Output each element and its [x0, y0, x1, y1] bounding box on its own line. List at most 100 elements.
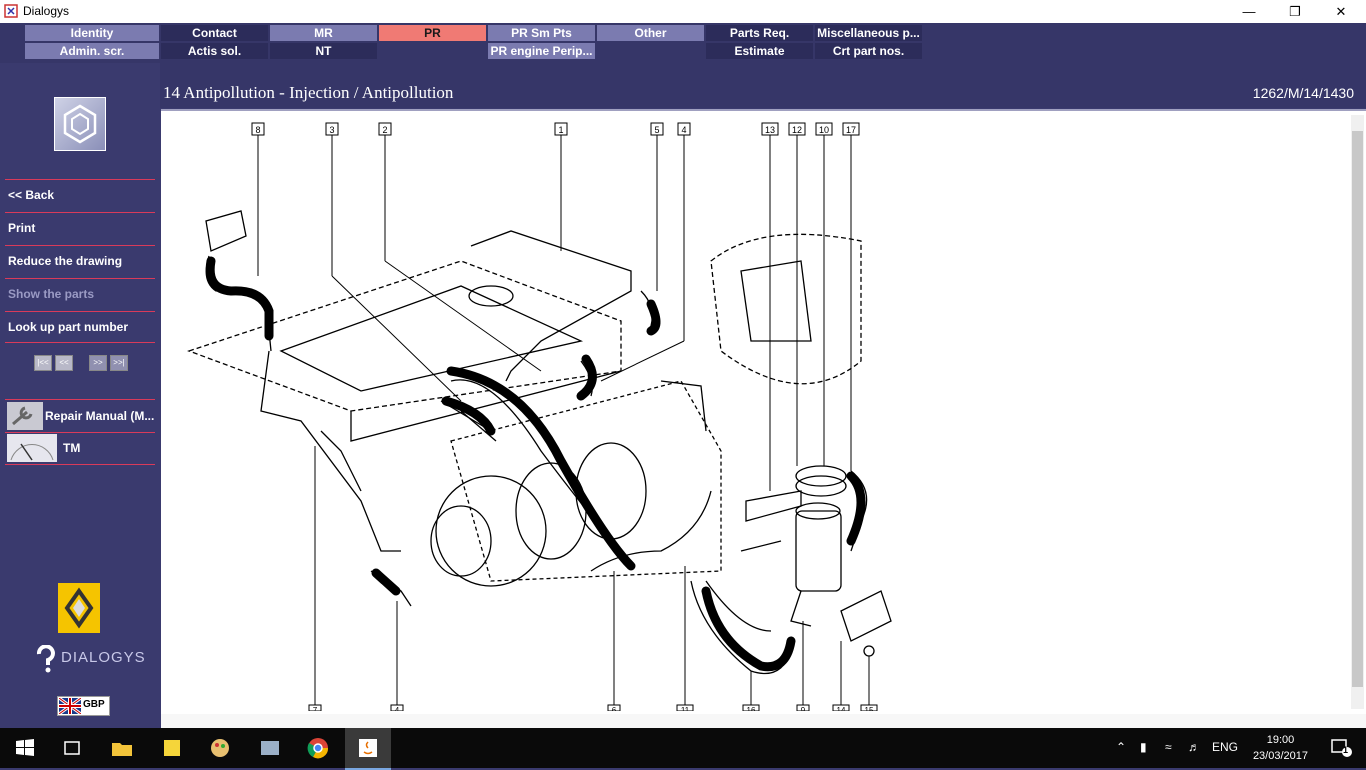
callout-10[interactable]: 10 — [815, 122, 833, 136]
callout-label: 4 — [681, 125, 686, 135]
callout-label: 2 — [382, 125, 387, 135]
next-page-button[interactable]: >> — [89, 355, 107, 371]
maximize-button[interactable]: ❐ — [1272, 0, 1318, 23]
callout-13[interactable]: 13 — [761, 122, 779, 136]
hex-nut-icon — [63, 104, 97, 144]
pager-gap — [76, 351, 86, 365]
tab-pr[interactable]: PR — [379, 25, 486, 41]
vertical-scrollbar[interactable] — [1351, 115, 1364, 709]
pager: |<< << >> >>| — [34, 351, 131, 371]
callout-5[interactable]: 5 — [650, 122, 664, 136]
tab-bar: Identity Contact MR PR PR Sm Pts Other P… — [0, 23, 1366, 63]
action-center-icon — [1331, 739, 1352, 757]
callout-14[interactable]: 14 — [832, 704, 850, 711]
restore-icon: ❐ — [1289, 4, 1301, 19]
tab-estimate[interactable]: Estimate — [706, 43, 813, 59]
chrome-icon[interactable] — [306, 736, 330, 760]
line-art — [187, 210, 892, 675]
tab-pr-engine-perip[interactable]: PR engine Perip... — [488, 43, 595, 59]
tab-miscellaneous[interactable]: Miscellaneous p... — [815, 25, 922, 41]
callout-2[interactable]: 2 — [378, 122, 392, 136]
print-button[interactable]: Print — [5, 212, 155, 244]
java-app-taskbar-button[interactable] — [345, 728, 391, 770]
battery-icon[interactable]: ▮ — [1140, 740, 1147, 754]
callout-8[interactable]: 8 — [251, 122, 265, 136]
minimize-button[interactable]: — — [1226, 0, 1272, 23]
tab-admin-scr[interactable]: Admin. scr. — [25, 43, 159, 59]
doc-tm[interactable]: TM — [5, 432, 155, 465]
volume-icon[interactable]: ♬ — [1188, 740, 1200, 754]
tab-parts-req[interactable]: Parts Req. — [706, 25, 813, 41]
callout-9[interactable]: 9 — [796, 704, 810, 711]
nut-logo — [54, 97, 106, 151]
window-title: Dialogys — [23, 4, 70, 18]
callout-label: 12 — [792, 125, 802, 135]
sticky-notes-icon[interactable] — [160, 736, 184, 760]
tab-actis-sol[interactable]: Actis sol. — [161, 43, 268, 59]
doc-label: TM — [63, 441, 81, 455]
screenshot-tool-icon[interactable] — [258, 736, 282, 760]
wrench-icon — [7, 402, 43, 430]
file-explorer-icon[interactable] — [110, 736, 134, 760]
callout-16[interactable]: 16 — [742, 704, 760, 711]
gauge-icon — [7, 434, 57, 462]
hoses — [205, 256, 866, 672]
callout-3[interactable]: 3 — [325, 122, 339, 136]
callout-12[interactable]: 12 — [788, 122, 806, 136]
windows-start-icon[interactable] — [13, 736, 37, 760]
tab-pr-sm-pts[interactable]: PR Sm Pts — [488, 25, 595, 41]
prev-page-button[interactable]: << — [55, 355, 73, 371]
callout-7[interactable]: 7 — [308, 704, 322, 711]
close-button[interactable]: ✕ — [1318, 0, 1364, 23]
callouts-top: 8 3 2 1 5 4 13 12 10 17 — [251, 122, 860, 136]
tab-other[interactable]: Other — [597, 25, 704, 41]
paint-icon[interactable] — [208, 736, 232, 760]
callout-1[interactable]: 1 — [554, 122, 568, 136]
callout-label: 14 — [837, 706, 846, 711]
show-parts-button[interactable]: Show the parts — [5, 278, 155, 310]
callout-label: 5 — [654, 125, 659, 135]
drawing-reference: 1262/M/14/1430 — [1252, 85, 1354, 101]
currency-selector[interactable]: GBP — [57, 696, 110, 716]
tab-identity[interactable]: Identity — [25, 25, 159, 41]
callout-label: 8 — [255, 125, 260, 135]
reduce-drawing-button[interactable]: Reduce the drawing — [5, 245, 155, 277]
lookup-part-number-button[interactable]: Look up part number — [5, 311, 155, 343]
uk-flag-icon — [59, 698, 81, 714]
notifications-button[interactable]: 1 — [1330, 738, 1354, 758]
callout-6[interactable]: 6 — [607, 704, 621, 711]
sidebar: << Back Print Reduce the drawing Show th… — [0, 63, 160, 728]
callout-11[interactable]: 11 — [676, 704, 694, 711]
scroll-thumb[interactable] — [1352, 131, 1363, 687]
tab-crt-part-nos[interactable]: Crt part nos. — [815, 43, 922, 59]
notification-count: 1 — [1343, 745, 1349, 755]
callout-15[interactable]: 15 — [860, 704, 878, 711]
callout-4-bottom[interactable]: 4 — [390, 704, 404, 711]
callout-label: 3 — [329, 125, 334, 135]
callout-17[interactable]: 17 — [842, 122, 860, 136]
first-page-button[interactable]: |<< — [34, 355, 52, 371]
callout-leaders — [257, 135, 870, 711]
exploded-diagram[interactable]: 8 3 2 1 5 4 13 12 10 17 7 4 6 11 16 9 14… — [161, 109, 1366, 730]
language-indicator[interactable]: ENG — [1212, 740, 1238, 754]
callout-label: 9 — [801, 706, 806, 711]
callout-label: 16 — [747, 706, 756, 711]
page-title: 14 Antipollution - Injection / Antipollu… — [163, 83, 454, 102]
tab-contact[interactable]: Contact — [161, 25, 268, 41]
clock[interactable]: 19:00 23/03/2017 — [1253, 732, 1308, 764]
callout-label: 1 — [558, 125, 563, 135]
dialogys-question-icon — [36, 645, 55, 673]
tab-nt[interactable]: NT — [270, 43, 377, 59]
wifi-icon[interactable]: ≈ — [1165, 740, 1172, 754]
renault-logo — [58, 583, 100, 633]
last-page-button[interactable]: >>| — [110, 355, 128, 371]
back-button[interactable]: << Back — [5, 179, 155, 211]
callout-4-top[interactable]: 4 — [677, 122, 691, 136]
tab-mr[interactable]: MR — [270, 25, 377, 41]
callout-label: 6 — [612, 706, 617, 711]
drawing-header: 14 Antipollution - Injection / Antipollu… — [160, 63, 1366, 108]
tray-chevron-icon[interactable]: ⌃ — [1116, 740, 1126, 754]
doc-repair-manual[interactable]: Repair Manual (M... — [5, 399, 155, 433]
task-view-icon[interactable] — [60, 736, 84, 760]
doc-label: Repair Manual (M... — [45, 409, 155, 423]
